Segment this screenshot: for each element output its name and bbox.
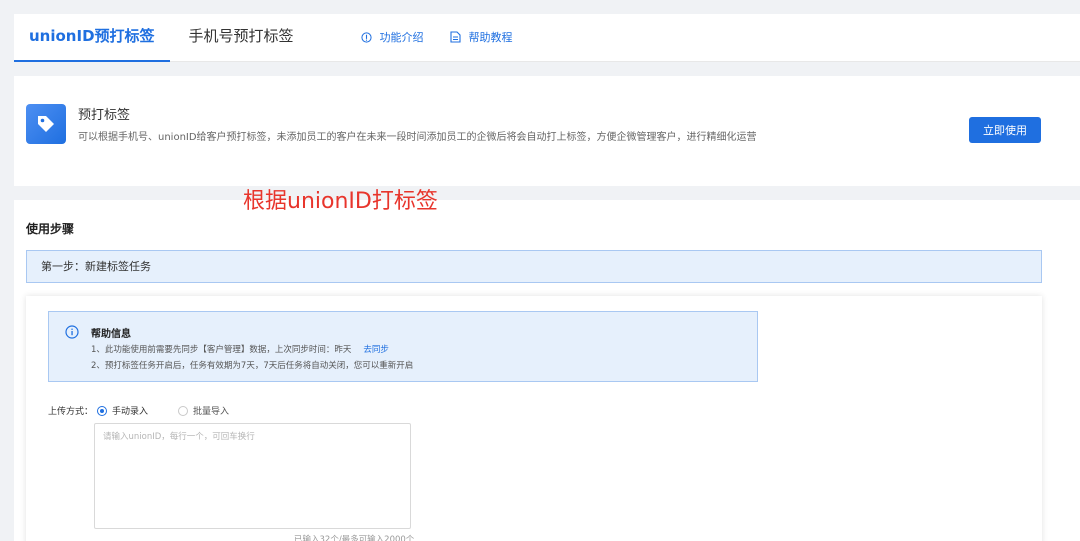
radio-manual-entry[interactable]: 手动录入 (97, 404, 148, 417)
info-circle-icon (65, 324, 79, 343)
steps-card: 使用步骤 第一步：新建标签任务 帮助信息 1、此功能使用前需要先同步【客户管理】… (14, 200, 1080, 541)
help-info-box: 帮助信息 1、此功能使用前需要先同步【客户管理】数据，上次同步时间：昨天 去同步 … (48, 311, 758, 382)
tag-icon (26, 104, 66, 144)
help-line-1: 1、此功能使用前需要先同步【客户管理】数据，上次同步时间：昨天 去同步 (91, 343, 389, 355)
tab-unionid-pretag[interactable]: unionID预打标签 (14, 13, 170, 62)
document-icon (449, 31, 461, 43)
intro-title: 预打标签 (78, 108, 131, 123)
radio-manual-label: 手动录入 (112, 407, 149, 417)
sync-link[interactable]: 去同步 (363, 345, 389, 355)
help-tutorial-label: 帮助教程 (468, 31, 513, 44)
upload-method-label: 上传方式： (48, 407, 94, 417)
intro-card: 预打标签 可以根据手机号、unionID给客户预打标签，未添加员工的客户在未来一… (14, 76, 1080, 186)
annotation-text: 根据unionID打标签 (243, 189, 438, 214)
use-now-button[interactable]: 立即使用 (969, 117, 1041, 143)
help-title: 帮助信息 (91, 329, 131, 340)
help-line-2: 2、预打标签任务开启后，任务有效期为7天，7天后任务将自动关闭，您可以重新开启 (91, 361, 414, 371)
unionid-input[interactable] (94, 423, 411, 529)
info-circle-icon (360, 31, 372, 43)
upload-method-row: 上传方式： 手动录入 批量导入 (48, 404, 229, 417)
feature-intro-link[interactable]: 功能介绍 (360, 13, 424, 61)
form-card: 帮助信息 1、此功能使用前需要先同步【客户管理】数据，上次同步时间：昨天 去同步 … (26, 296, 1042, 541)
radio-batch-label: 批量导入 (193, 407, 230, 417)
radio-dot (178, 405, 189, 416)
input-counter: 已输入32个/最多可输入2000个 (294, 535, 415, 541)
help-line-1-text: 1、此功能使用前需要先同步【客户管理】数据，上次同步时间：昨天 (91, 345, 352, 355)
steps-title: 使用步骤 (26, 222, 75, 236)
help-tutorial-link[interactable]: 帮助教程 (449, 13, 513, 61)
tab-bar: unionID预打标签 手机号预打标签 功能介绍 帮助教程 (14, 14, 1080, 62)
tab-phone-pretag[interactable]: 手机号预打标签 (174, 13, 309, 61)
intro-description: 可以根据手机号、unionID给客户预打标签，未添加员工的客户在未来一段时间添加… (78, 132, 757, 143)
feature-intro-label: 功能介绍 (379, 31, 424, 44)
step-one-bar: 第一步：新建标签任务 (26, 250, 1042, 283)
radio-dot (97, 405, 108, 416)
radio-batch-import[interactable]: 批量导入 (178, 404, 229, 417)
top-strip (0, 0, 1080, 14)
